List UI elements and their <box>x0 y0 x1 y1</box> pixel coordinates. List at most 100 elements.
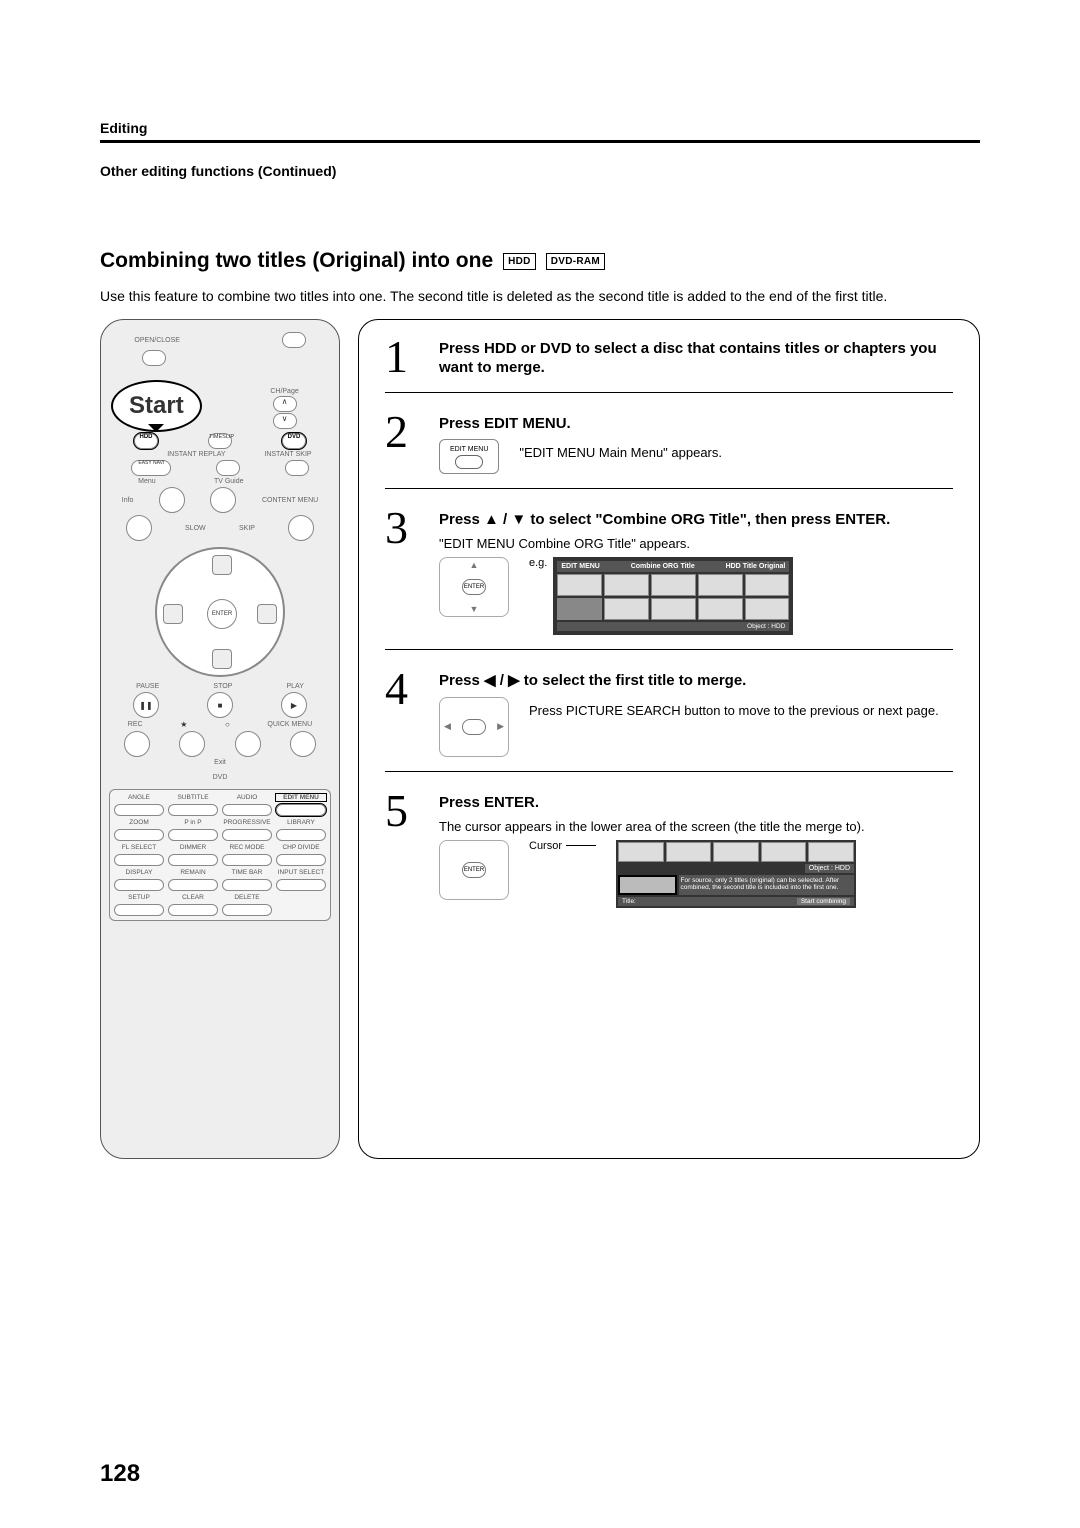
stop-button[interactable]: ■ <box>207 692 233 718</box>
step-heading: Press ◀ / ▶ to select the first title to… <box>439 668 953 691</box>
kg-lbl <box>276 894 326 901</box>
header-section: Editing <box>100 120 980 136</box>
page-title: Combining two titles (Original) into one <box>100 249 493 273</box>
kg-lbl: FL SELECT <box>114 844 164 851</box>
step-4: 4 Press ◀ / ▶ to select the first title … <box>385 668 953 757</box>
up-icon: ▲ <box>470 560 479 570</box>
kg-lbl: LIBRARY <box>276 819 326 826</box>
pause-button[interactable]: ❚❚ <box>133 692 159 718</box>
label-slow: SLOW <box>185 525 206 532</box>
chpdiv-button[interactable] <box>276 854 326 866</box>
timebar-button[interactable] <box>222 879 272 891</box>
rec-button[interactable] <box>124 731 150 757</box>
fav-button[interactable] <box>179 731 205 757</box>
label-tvguide: TV Guide <box>214 478 244 485</box>
label-play: PLAY <box>287 683 304 690</box>
step-divider <box>385 649 953 650</box>
zoom-button[interactable] <box>114 829 164 841</box>
pinp-button[interactable] <box>168 829 218 841</box>
open-close-button[interactable] <box>142 350 166 366</box>
enter-mini: ENTER <box>462 579 486 595</box>
badge-dvd-ram: DVD-RAM <box>546 253 605 270</box>
nav-mini-enter: ENTER <box>439 840 509 900</box>
step-body: The cursor appears in the lower area of … <box>439 819 953 834</box>
quick-menu-button[interactable] <box>290 731 316 757</box>
step-number: 3 <box>385 507 427 635</box>
arrow-up-button[interactable] <box>212 555 232 575</box>
nav-mini-lr: ◀ ▶ <box>439 697 509 757</box>
instant-replay-button[interactable] <box>216 460 240 476</box>
enter-mini-blank <box>462 719 486 735</box>
angle-button[interactable] <box>114 804 164 816</box>
step-1: 1 Press HDD or DVD to select a disc that… <box>385 336 953 378</box>
audio-button[interactable] <box>222 804 272 816</box>
recmode-button[interactable] <box>222 854 272 866</box>
remain-button[interactable] <box>168 879 218 891</box>
display-button[interactable] <box>114 879 164 891</box>
osd-thumb <box>557 598 602 620</box>
arrow-down-button[interactable] <box>212 649 232 669</box>
setup-button[interactable] <box>114 904 164 916</box>
label-pause: PAUSE <box>136 683 159 690</box>
kg-lbl: P in P <box>168 819 218 826</box>
label-skip: SKIP <box>239 525 255 532</box>
osd-thumb <box>808 842 854 862</box>
mark-button[interactable] <box>235 731 261 757</box>
remote-illustration: Start OPEN/CLOSE CH/Page ∧ ∨ HDD TIMESLI… <box>100 319 340 1159</box>
step-divider <box>385 771 953 772</box>
osd-thumb <box>698 574 743 596</box>
instruction-panel: 1 Press HDD or DVD to select a disc that… <box>358 319 980 1159</box>
nav-mini: ▲ ▼ ENTER <box>439 557 509 617</box>
enter-button[interactable]: ENTER <box>207 599 237 629</box>
delete-button[interactable] <box>222 904 272 916</box>
step-heading: Press EDIT MENU. <box>439 411 953 434</box>
label-dvd-group: DVD <box>109 774 331 781</box>
ch-up-button[interactable]: ∧ <box>273 396 297 412</box>
play-button[interactable]: ▶ <box>281 692 307 718</box>
info-button[interactable] <box>126 515 152 541</box>
kg-lbl: DIMMER <box>168 844 218 851</box>
step-3: 3 Press ▲ / ▼ to select "Combine ORG Tit… <box>385 507 953 635</box>
label-rec: REC <box>128 721 143 728</box>
step-5: 5 Press ENTER. The cursor appears in the… <box>385 790 953 908</box>
osd-combine-title: EDIT MENU Combine ORG Title HDD Title Or… <box>553 557 793 635</box>
edit-menu-button[interactable] <box>276 804 326 816</box>
ch-down-button[interactable]: ∨ <box>273 413 297 429</box>
kg-lbl-editmenu: EDIT MENU <box>276 794 326 801</box>
kg-lbl: ANGLE <box>114 794 164 801</box>
dimmer-button[interactable] <box>168 854 218 866</box>
library-button[interactable] <box>276 829 326 841</box>
flselect-button[interactable] <box>114 854 164 866</box>
instant-skip-button[interactable] <box>285 460 309 476</box>
easy-navi-button[interactable]: EASY NAVI <box>131 460 171 476</box>
step-heading: Press ▲ / ▼ to select "Combine ORG Title… <box>439 507 953 530</box>
kg-lbl: TIME BAR <box>222 869 272 876</box>
inputsel-button[interactable] <box>276 879 326 891</box>
kg-lbl: SETUP <box>114 894 164 901</box>
progressive-button[interactable] <box>222 829 272 841</box>
menu-button[interactable] <box>159 487 185 513</box>
power-button[interactable] <box>282 332 306 348</box>
subtitle-button[interactable] <box>168 804 218 816</box>
clear-button[interactable] <box>168 904 218 916</box>
enter-mini: ENTER <box>462 862 486 878</box>
right-icon: ▶ <box>497 721 504 732</box>
step-body: "EDIT MENU Combine ORG Title" appears. <box>439 536 953 551</box>
osd-thumb <box>745 574 790 596</box>
step-divider <box>385 488 953 489</box>
intro-paragraph: Use this feature to combine two titles i… <box>100 287 980 305</box>
label-menu: Menu <box>138 478 156 485</box>
cursor-text: Cursor <box>529 840 562 852</box>
kg-lbl: REMAIN <box>168 869 218 876</box>
timeslip-button[interactable]: TIMESLIP <box>208 433 232 449</box>
content-menu-button[interactable] <box>288 515 314 541</box>
eg-label: e.g. <box>529 557 547 569</box>
arrow-right-button[interactable] <box>257 604 277 624</box>
dvd-button[interactable]: DVD <box>282 433 306 449</box>
tvguide-button[interactable] <box>210 487 236 513</box>
osd-thumb <box>618 842 664 862</box>
arrow-left-button[interactable] <box>163 604 183 624</box>
label-chpage: CH/Page <box>270 388 298 395</box>
label-openclose: OPEN/CLOSE <box>134 337 180 344</box>
step-body: Press PICTURE SEARCH button to move to t… <box>529 703 939 718</box>
